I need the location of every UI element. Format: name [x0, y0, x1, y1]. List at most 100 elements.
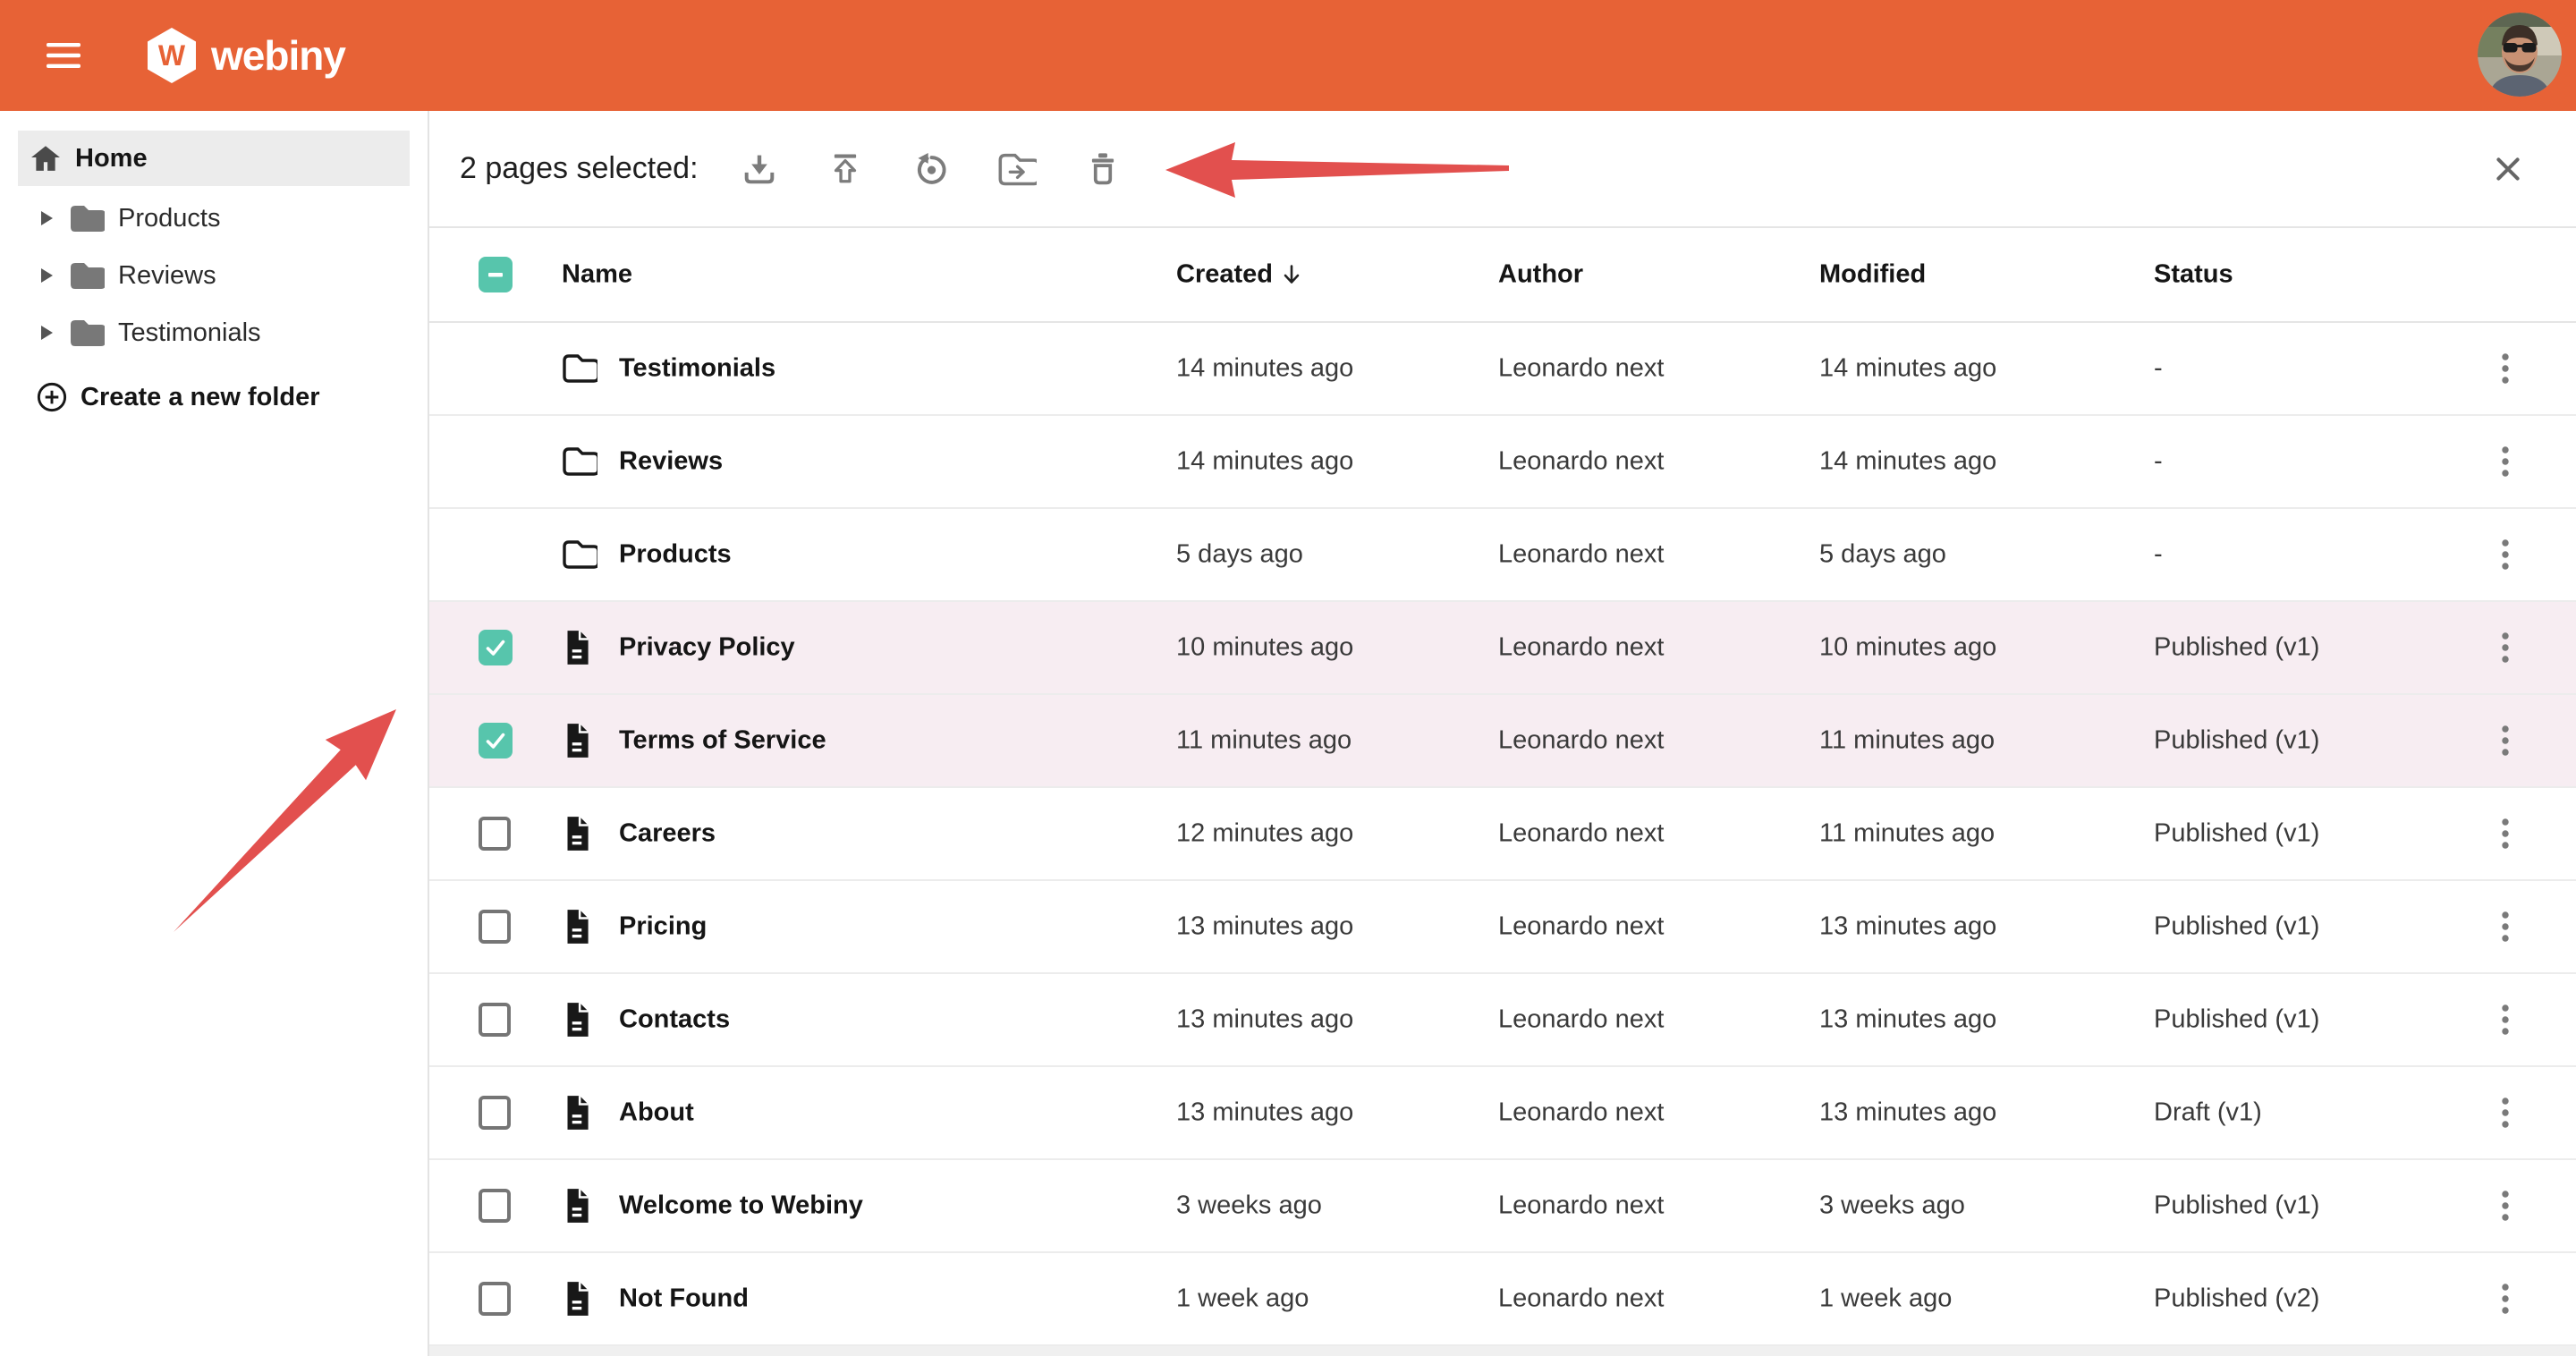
sidebar-folder-label: Products: [118, 204, 220, 233]
row-checkbox[interactable]: [479, 1282, 511, 1316]
row-checkbox[interactable]: [479, 817, 511, 851]
table-row[interactable]: Privacy Policy10 minutes agoLeonardo nex…: [429, 602, 2576, 695]
table-row[interactable]: Contacts13 minutes agoLeonardo next13 mi…: [429, 974, 2576, 1067]
table-row[interactable]: Terms of Service11 minutes agoLeonardo n…: [429, 695, 2576, 788]
webiny-hexagon-icon: W: [145, 27, 199, 84]
row-menu-button[interactable]: [2500, 1004, 2511, 1036]
row-menu-button[interactable]: [2500, 631, 2511, 664]
close-selection-button[interactable]: [2492, 153, 2524, 185]
row-modified: 3 weeks ago: [1819, 1191, 1965, 1221]
row-name[interactable]: About: [619, 1098, 694, 1128]
indeterminate-icon: [486, 265, 505, 284]
row-checkbox[interactable]: [479, 910, 511, 944]
sidebar-item-testimonials[interactable]: Testimonials: [0, 304, 428, 361]
page-icon: [562, 908, 592, 945]
row-menu-button[interactable]: [2500, 1097, 2511, 1129]
top-bar: W webiny: [0, 0, 2576, 111]
publish-button[interactable]: [826, 149, 865, 189]
row-created: 14 minutes ago: [1176, 447, 1353, 477]
column-header-modified[interactable]: Modified: [1819, 260, 1926, 290]
move-to-folder-button[interactable]: [997, 149, 1037, 189]
folder-icon: [67, 203, 105, 233]
page-list-panel: 2 pages selected:: [429, 111, 2576, 1356]
page-icon: [562, 629, 592, 666]
table-row[interactable]: Welcome to Webiny 3 weeks ago Leonardo nex…: [429, 1160, 2576, 1253]
row-name[interactable]: Terms of Service: [619, 726, 826, 756]
row-name[interactable]: Contacts: [619, 1005, 730, 1035]
plus-circle-icon: [36, 381, 68, 413]
row-checkbox[interactable]: [479, 1096, 511, 1130]
selected-count-label: 2 pages selected:: [460, 151, 699, 186]
row-name[interactable]: Careers: [619, 819, 716, 849]
row-name[interactable]: Welcome to Webiny: [619, 1191, 863, 1221]
sidebar-item-products[interactable]: Products: [0, 190, 428, 247]
sidebar-item-reviews[interactable]: Reviews: [0, 247, 428, 304]
table-row[interactable]: About13 minutes agoLeonardo next13 minut…: [429, 1067, 2576, 1160]
row-status: Published (v1): [2154, 726, 2319, 756]
check-icon: [484, 729, 507, 752]
page-icon: [562, 1094, 592, 1131]
row-menu-button[interactable]: [2500, 818, 2511, 850]
row-status: Published (v1): [2154, 1005, 2319, 1035]
row-name[interactable]: Not Found: [619, 1284, 749, 1314]
create-folder-button[interactable]: Create a new folder: [0, 381, 428, 413]
table-row[interactable]: Testimonials 14 minutes ago Leonardo next 1…: [429, 323, 2576, 416]
row-name[interactable]: Pricing: [619, 912, 707, 942]
row-menu-button[interactable]: [2500, 911, 2511, 943]
table-row[interactable]: Reviews14 minutes agoLeonardo next14 min…: [429, 416, 2576, 509]
hamburger-menu-icon[interactable]: [47, 41, 80, 70]
column-header-author[interactable]: Author: [1498, 260, 1583, 290]
row-author: Leonardo next: [1498, 354, 1664, 384]
row-created: 12 minutes ago: [1176, 819, 1353, 849]
restore-button[interactable]: [911, 149, 951, 189]
row-author: Leonardo next: [1498, 1191, 1664, 1221]
download-icon: [740, 149, 779, 189]
table-row[interactable]: Products5 days agoLeonardo next5 days ag…: [429, 509, 2576, 602]
delete-icon: [1083, 149, 1123, 189]
bulk-action-bar: 2 pages selected:: [429, 111, 2576, 228]
row-menu-button[interactable]: [2500, 1190, 2511, 1222]
row-checkbox[interactable]: [479, 630, 513, 665]
row-created: 14 minutes ago: [1176, 354, 1353, 384]
row-menu-button[interactable]: [2500, 352, 2511, 385]
expand-caret-icon[interactable]: [41, 211, 53, 225]
select-all-checkbox[interactable]: [479, 257, 513, 292]
webiny-page-manager: W webiny: [0, 0, 2576, 1356]
row-menu-button[interactable]: [2500, 538, 2511, 571]
delete-button[interactable]: [1083, 149, 1123, 189]
column-header-created[interactable]: Created: [1176, 260, 1301, 290]
expand-caret-icon[interactable]: [41, 268, 53, 283]
column-header-name[interactable]: Name: [562, 260, 632, 290]
table-row[interactable]: Careers12 minutes agoLeonardo next11 min…: [429, 788, 2576, 881]
table-header: Name Created Author Modified Status: [429, 228, 2576, 323]
user-avatar[interactable]: [2478, 13, 2562, 97]
table-row[interactable]: Not Found1 week agoLeonardo next1 week a…: [429, 1253, 2576, 1346]
row-name[interactable]: Testimonials: [619, 354, 775, 384]
row-name[interactable]: Products: [619, 540, 732, 570]
expand-caret-icon[interactable]: [41, 326, 53, 340]
column-header-status[interactable]: Status: [2154, 260, 2233, 290]
download-button[interactable]: [740, 149, 779, 189]
row-status: -: [2154, 447, 2163, 477]
row-checkbox[interactable]: [479, 1003, 511, 1037]
row-status: Published (v1): [2154, 1191, 2319, 1221]
row-checkbox[interactable]: [479, 1189, 511, 1223]
row-menu-button[interactable]: [2500, 1283, 2511, 1315]
row-menu-button[interactable]: [2500, 725, 2511, 757]
folder-icon: [562, 446, 597, 477]
row-name[interactable]: Reviews: [619, 447, 723, 477]
row-author: Leonardo next: [1498, 1098, 1664, 1128]
row-created: 11 minutes ago: [1176, 726, 1352, 756]
row-name[interactable]: Privacy Policy: [619, 633, 795, 663]
page-icon: [562, 1280, 592, 1318]
table-row[interactable]: Pricing13 minutes agoLeonardo next13 min…: [429, 881, 2576, 974]
kebab-menu-icon: [2501, 445, 2510, 478]
row-menu-button[interactable]: [2500, 445, 2511, 478]
row-checkbox[interactable]: [479, 723, 513, 759]
sidebar-item-home[interactable]: Home: [18, 131, 410, 186]
row-modified: 14 minutes ago: [1819, 354, 1996, 384]
kebab-menu-icon: [2501, 631, 2510, 664]
move-to-folder-icon: [997, 152, 1037, 186]
row-status: Published (v1): [2154, 819, 2319, 849]
row-author: Leonardo next: [1498, 540, 1664, 570]
